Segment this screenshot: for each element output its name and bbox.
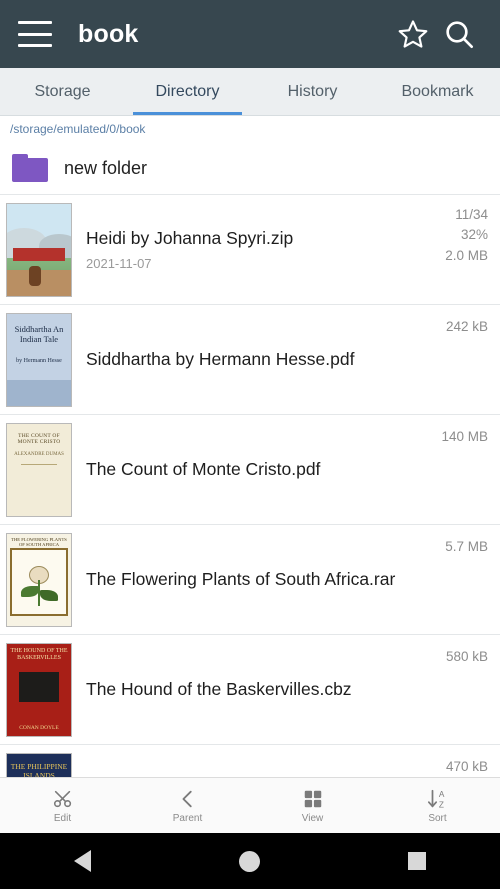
cover-title: Siddhartha An Indian Tale: [14, 323, 64, 345]
read-progress-percent: 32%: [460, 227, 488, 243]
cover-title: THE FLOWERING PLANTS OF SOUTH AFRICA: [11, 536, 67, 547]
svg-text:Z: Z: [438, 800, 443, 809]
sort-label: Sort: [428, 812, 447, 824]
file-size: 470 kB: [445, 759, 488, 774]
page-title: book: [78, 19, 139, 48]
edit-label: Edit: [53, 812, 72, 824]
sort-az-icon: A Z: [425, 788, 451, 810]
file-list[interactable]: new folder Heidi by Johanna Spyri.zip 20…: [0, 142, 500, 777]
parent-button[interactable]: Parent: [125, 778, 250, 833]
file-size: 2.0 MB: [445, 247, 488, 263]
file-size: 242 kB: [445, 319, 488, 334]
home-circle-icon[interactable]: [239, 850, 260, 872]
file-meta: 242 kB: [446, 317, 488, 337]
list-item[interactable]: THE FLOWERING PLANTS OF SOUTH AFRICA The…: [0, 525, 500, 635]
folder-name: new folder: [64, 157, 148, 178]
cover-author: CONAN DOYLE: [19, 724, 59, 731]
book-cover-thumbnail: [6, 202, 72, 297]
sort-button[interactable]: A Z Sort: [375, 778, 500, 833]
file-size: 5.7 MB: [445, 539, 488, 554]
parent-label: Parent: [172, 812, 203, 824]
list-item[interactable]: Heidi by Johanna Spyri.zip 2021-11-07 11…: [0, 195, 500, 305]
scissors-edit-icon: [51, 788, 75, 810]
file-meta: 580 kB: [446, 647, 488, 667]
hamburger-menu-icon[interactable]: [18, 21, 52, 47]
breadcrumb[interactable]: /storage/emulated/0/book: [0, 116, 500, 142]
list-item[interactable]: Siddhartha An Indian Tale by Hermann Hes…: [0, 305, 500, 415]
tab-directory[interactable]: Directory: [125, 68, 250, 115]
file-meta: 11/34 32% 2.0 MB: [445, 205, 488, 266]
file-meta: 5.7 MB: [445, 537, 488, 557]
file-size: 580 kB: [445, 649, 488, 664]
file-name: The Hound of the Baskervilles.cbz: [86, 678, 352, 699]
tab-bookmark[interactable]: Bookmark: [375, 68, 500, 115]
android-nav-bar: [0, 833, 500, 889]
recents-square-icon[interactable]: [408, 852, 426, 870]
view-label: View: [301, 812, 324, 824]
search-icon[interactable]: [436, 11, 482, 57]
file-name: Siddhartha by Hermann Hesse.pdf: [86, 348, 355, 369]
file-name: Heidi by Johanna Spyri.zip: [86, 228, 294, 249]
star-outline-icon[interactable]: [390, 11, 436, 57]
book-cover-thumbnail: THE HOUND OF THE BASKERVILLES CONAN DOYL…: [6, 642, 72, 737]
book-cover-thumbnail: THE PHILIPPINE ISLANDS 1493-1898 XXXIII: [6, 752, 72, 778]
app-bar: book: [0, 0, 500, 68]
tab-history[interactable]: History: [250, 68, 375, 115]
svg-text:A: A: [438, 790, 444, 799]
file-name: The Count of Monte Cristo.pdf: [86, 458, 321, 479]
cover-title: THE HOUND OF THE BASKERVILLES: [10, 647, 68, 661]
list-item[interactable]: THE PHILIPPINE ISLANDS 1493-1898 XXXIII …: [0, 745, 500, 777]
file-size: 140 MB: [441, 429, 488, 444]
edit-button[interactable]: Edit: [0, 778, 125, 833]
read-progress-pages: 11/34: [455, 207, 488, 222]
list-item-folder[interactable]: new folder: [0, 142, 500, 195]
breadcrumb-path: /storage/emulated/0/book: [10, 122, 146, 136]
grid-view-icon: [301, 788, 325, 810]
list-item[interactable]: THE HOUND OF THE BASKERVILLES CONAN DOYL…: [0, 635, 500, 745]
cover-author: ALEXANDRE DUMAS: [14, 451, 64, 457]
file-meta: 470 kB: [446, 757, 488, 777]
back-triangle-icon[interactable]: [74, 850, 91, 872]
tab-bar: Storage Directory History Bookmark: [0, 68, 500, 116]
file-date: 2021-11-07: [86, 255, 152, 271]
file-name: The Flowering Plants of South Africa.rar: [86, 568, 396, 589]
chevron-left-icon: [176, 788, 200, 810]
cover-title: THE COUNT OF MONTE CRISTO: [17, 432, 61, 445]
tab-storage[interactable]: Storage: [0, 68, 125, 115]
cover-author: by Hermann Hesse: [16, 357, 62, 364]
view-button[interactable]: View: [250, 778, 375, 833]
cover-title: THE PHILIPPINE ISLANDS: [10, 761, 68, 778]
bottom-toolbar: Edit Parent View A Z Sort: [0, 777, 500, 833]
book-cover-thumbnail: THE COUNT OF MONTE CRISTO ALEXANDRE DUMA…: [6, 422, 72, 517]
file-meta: 140 MB: [441, 427, 488, 447]
book-cover-thumbnail: Siddhartha An Indian Tale by Hermann Hes…: [6, 312, 72, 407]
folder-icon: [12, 154, 48, 182]
list-item[interactable]: THE COUNT OF MONTE CRISTO ALEXANDRE DUMA…: [0, 415, 500, 525]
app-root: book Storage Directory History Bookmark …: [0, 0, 500, 889]
book-cover-thumbnail: THE FLOWERING PLANTS OF SOUTH AFRICA: [6, 532, 72, 627]
